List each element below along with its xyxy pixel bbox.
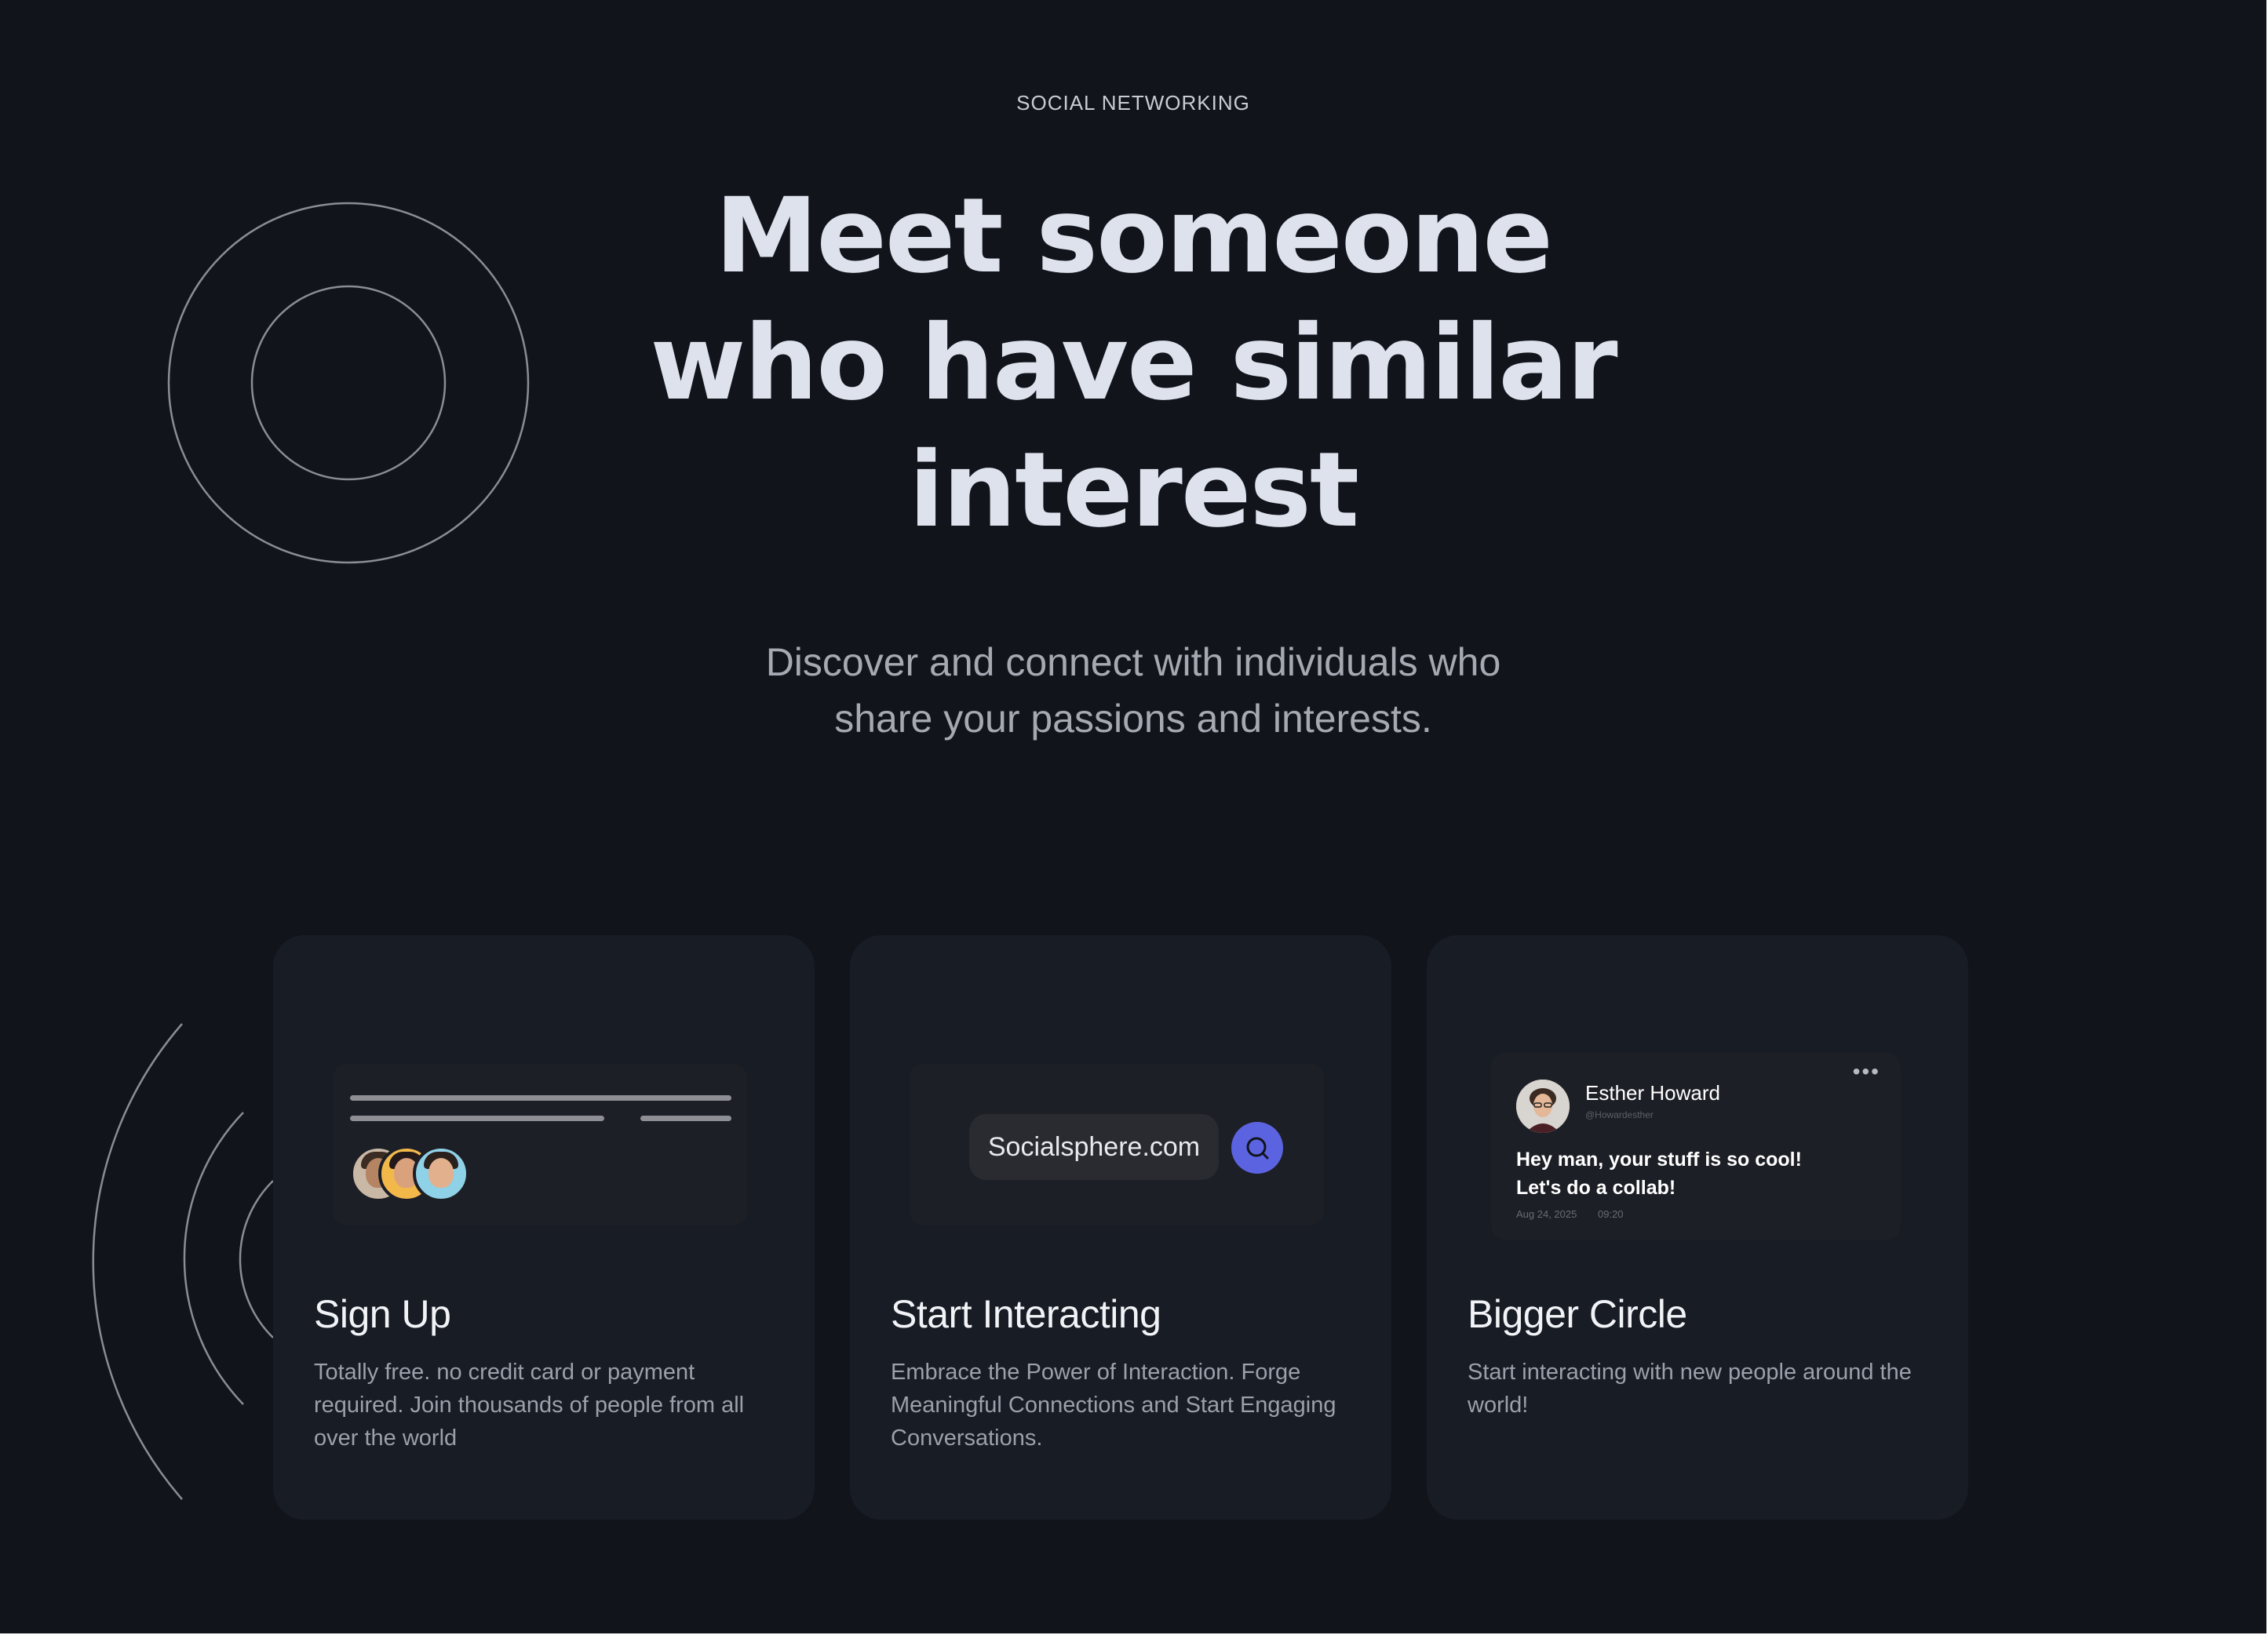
avatar-stack (350, 1145, 476, 1202)
avatar (413, 1145, 469, 1202)
search-icon (1246, 1137, 1269, 1160)
placeholder-line (350, 1116, 604, 1121)
card-description: Embrace the Power of Interaction. Forge … (891, 1360, 1336, 1451)
subtitle-line-1: Discover and connect with individuals wh… (765, 640, 1501, 684)
avatar (1516, 1080, 1570, 1133)
signup-preview (333, 1064, 747, 1225)
headline-line-1: Meet someone (715, 176, 1553, 297)
hero-subtitle: Discover and connect with individuals wh… (0, 634, 2266, 747)
headline-line-3: interest (908, 430, 1359, 551)
headline-line-2: who have similar (650, 303, 1617, 424)
more-options-icon[interactable]: ••• (1853, 1059, 1880, 1084)
post-text: Hey man, your stuff is so cool! Let's do… (1516, 1145, 1885, 1202)
card-title: Start Interacting (891, 1292, 1161, 1336)
feature-card-sign-up: Sign Up Totally free. no credit card or … (273, 935, 815, 1520)
hero-headline: Meet someone who have similar interest (0, 173, 2266, 554)
post-handle: @Howardesther (1585, 1109, 1654, 1120)
placeholder-line (640, 1116, 731, 1121)
post-text-line: Hey man, your stuff is so cool! (1516, 1149, 1802, 1171)
card-description: Start interacting with new people around… (1468, 1360, 1912, 1418)
search-input[interactable]: Socialsphere.com (969, 1114, 1219, 1180)
post-author: Esther Howard (1585, 1081, 1720, 1105)
card-title: Sign Up (314, 1292, 451, 1336)
post-date: Aug 24, 2025 (1516, 1208, 1577, 1220)
search-button[interactable] (1231, 1122, 1283, 1174)
section-eyebrow: SOCIAL NETWORKING (1016, 91, 1250, 115)
search-preview: Socialsphere.com (910, 1064, 1324, 1225)
post-time: 09:20 (1598, 1208, 1624, 1220)
placeholder-line (350, 1095, 731, 1101)
card-description: Totally free. no credit card or payment … (314, 1360, 745, 1451)
post-preview: Esther Howard @Howardesther ••• Hey man,… (1491, 1053, 1901, 1240)
feature-card-start-interacting: Socialsphere.com Start Interacting Embra… (850, 935, 1391, 1520)
landing-page: SOCIAL NETWORKING Meet someone who have … (0, 0, 2266, 1633)
arc-small (239, 1180, 274, 1338)
post-text-line: Let's do a collab! (1516, 1177, 1676, 1199)
subtitle-line-2: share your passions and interests. (834, 697, 1432, 741)
card-title: Bigger Circle (1468, 1292, 1687, 1336)
feature-card-bigger-circle: Esther Howard @Howardesther ••• Hey man,… (1427, 935, 1968, 1520)
arc-medium (183, 1112, 244, 1405)
arc-large (92, 1023, 183, 1500)
